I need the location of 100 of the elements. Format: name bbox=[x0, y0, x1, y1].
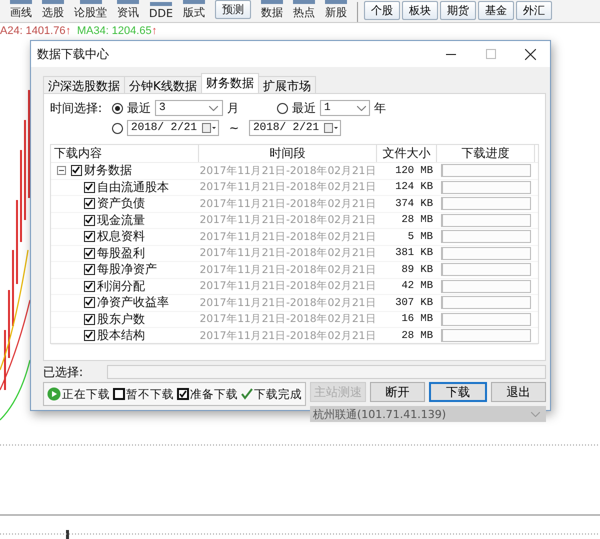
chevron-icon bbox=[531, 412, 540, 416]
toolbar-button[interactable]: 论股堂 bbox=[70, 5, 111, 22]
checkbox[interactable] bbox=[84, 280, 95, 292]
period-cell: 2017年11月21日-2018年02月21日 bbox=[199, 296, 377, 310]
toolbar-button[interactable]: 数据 bbox=[256, 5, 287, 22]
column-header: 下载进度 bbox=[437, 145, 535, 162]
checkbox[interactable] bbox=[71, 165, 82, 176]
unit-label: 年 bbox=[374, 100, 386, 116]
size-cell-text: 89 KB bbox=[400, 264, 434, 276]
period-cell: 2017年11月21日-2018年02月21日 bbox=[199, 279, 377, 294]
period-cell: 2017年11月21日-2018年02月21日 bbox=[199, 180, 377, 194]
checkbox[interactable] bbox=[84, 297, 95, 308]
market-button[interactable]: 外汇 bbox=[516, 1, 552, 20]
action-button[interactable]: 退出 bbox=[490, 382, 546, 402]
calendar-icon bbox=[202, 123, 216, 133]
checkbox[interactable] bbox=[84, 231, 95, 242]
end-date-field[interactable]: 2018/ 2/21 bbox=[249, 120, 342, 136]
toolbar-icon[interactable] bbox=[292, 0, 315, 4]
toolbar-icon[interactable] bbox=[182, 0, 205, 4]
tab[interactable]: 扩展市场 bbox=[258, 76, 316, 93]
market-button[interactable]: 期货 bbox=[440, 1, 476, 20]
period-cell: 2017年11月21日-2018年02月21日 bbox=[199, 262, 377, 277]
legend-label: 暂不下载 bbox=[126, 386, 174, 402]
column-header: 时间段 bbox=[199, 145, 377, 162]
market-button[interactable]: 基金 bbox=[478, 1, 514, 20]
tab[interactable]: 沪深选股数据 bbox=[43, 76, 125, 93]
legend-label: 正在下载 bbox=[62, 386, 110, 402]
size-cell-text: 120 MB bbox=[394, 164, 434, 177]
market-button[interactable]: 个股 bbox=[364, 1, 400, 20]
range-separator: ~ bbox=[229, 121, 240, 135]
collapse-icon[interactable] bbox=[57, 166, 66, 176]
tab[interactable]: 财务数据 bbox=[200, 73, 259, 93]
checkbox[interactable] bbox=[84, 182, 95, 193]
checkbox[interactable] bbox=[84, 314, 95, 325]
toolbar-icon[interactable] bbox=[324, 0, 347, 4]
toolbar-button[interactable]: 版式 bbox=[178, 5, 209, 22]
item-label: 自由流通股本 bbox=[97, 178, 169, 196]
time-label: 时间选择: bbox=[50, 100, 104, 116]
item-label: 股东户数 bbox=[97, 310, 145, 328]
toolbar-button[interactable]: 画线 bbox=[6, 5, 36, 22]
checkmark-icon bbox=[241, 388, 253, 400]
size-cell-text: 28 MB bbox=[400, 214, 434, 226]
checkbox[interactable] bbox=[84, 248, 95, 259]
legend-label: 下载完成 bbox=[254, 386, 302, 402]
radio-button[interactable] bbox=[112, 122, 123, 134]
checkbox[interactable] bbox=[84, 198, 95, 210]
item-label: 财务数据 bbox=[84, 162, 132, 180]
indicator-value: A24: 1401.76 bbox=[0, 25, 66, 37]
item-label: 股本结构 bbox=[97, 327, 145, 344]
chevron-icon bbox=[357, 106, 366, 110]
item-label: 资产负债 bbox=[97, 195, 145, 212]
empty-checkbox-icon bbox=[113, 388, 125, 400]
period-cell: 2017年11月21日-2018年02月21日 bbox=[199, 196, 377, 211]
candle bbox=[66, 530, 69, 539]
toolbar-icon[interactable] bbox=[150, 2, 172, 6]
up-arrow: ↑ bbox=[65, 25, 71, 37]
calendar-icon bbox=[324, 123, 338, 133]
item-label: 权息资料 bbox=[97, 228, 145, 246]
year-dropdown[interactable]: 1 bbox=[320, 100, 370, 116]
checkbox[interactable] bbox=[84, 214, 95, 226]
toolbar-button[interactable]: 新股 bbox=[320, 5, 351, 22]
radio-label: 最近 bbox=[127, 100, 151, 116]
legend-label: 准备下载 bbox=[190, 386, 238, 402]
unit-label: 月 bbox=[227, 100, 239, 116]
period-cell: 2017年11月21日-2018年02月21日 bbox=[199, 312, 377, 326]
tab[interactable]: 分钟K线数据 bbox=[124, 76, 202, 93]
checkbox[interactable] bbox=[84, 330, 95, 342]
item-label: 每股净资产 bbox=[97, 261, 157, 278]
month-dropdown[interactable]: 3 bbox=[155, 100, 223, 116]
radio-button[interactable] bbox=[112, 102, 123, 114]
close-icon[interactable] bbox=[525, 48, 536, 60]
radio-button[interactable] bbox=[277, 102, 288, 114]
item-label: 每股盈利 bbox=[97, 244, 145, 262]
action-button[interactable]: 断开 bbox=[370, 382, 425, 402]
action-button[interactable]: 下载 bbox=[429, 382, 486, 402]
period-cell: 2017年11月21日-2018年02月21日 bbox=[199, 230, 377, 244]
selected-label: 已选择: bbox=[43, 364, 84, 380]
period-cell: 2017年11月21日-2018年02月21日 bbox=[199, 328, 377, 343]
toolbar-button[interactable]: 预测 bbox=[214, 0, 251, 19]
toolbar-button[interactable]: 选股 bbox=[38, 5, 68, 22]
column-header: 文件大小 bbox=[377, 145, 437, 162]
toolbar-button[interactable]: DDE bbox=[145, 7, 177, 22]
radio-label: 最近 bbox=[292, 100, 316, 116]
size-cell-text: 42 MB bbox=[400, 280, 434, 292]
toolbar-icon[interactable] bbox=[260, 0, 283, 4]
toolbar-button[interactable]: 热点 bbox=[288, 5, 319, 22]
start-date-field[interactable]: 2018/ 2/21 bbox=[127, 120, 219, 136]
checked-checkbox-icon bbox=[177, 388, 189, 400]
toolbar-icon[interactable] bbox=[80, 0, 102, 4]
up-arrow: ↑ bbox=[152, 25, 158, 37]
checkbox[interactable] bbox=[84, 264, 95, 276]
size-cell-text: 374 KB bbox=[394, 198, 434, 210]
size-cell-text: 381 KB bbox=[394, 247, 434, 260]
size-cell-text: 307 KB bbox=[394, 296, 434, 309]
toolbar-button[interactable]: 资讯 bbox=[113, 5, 143, 22]
item-label: 利润分配 bbox=[97, 278, 145, 295]
indicator-value: MA34: 1204.65 bbox=[76, 25, 152, 37]
market-button[interactable]: 板块 bbox=[402, 1, 438, 20]
item-label: 净资产收益率 bbox=[97, 294, 169, 312]
chevron-icon bbox=[209, 106, 218, 110]
